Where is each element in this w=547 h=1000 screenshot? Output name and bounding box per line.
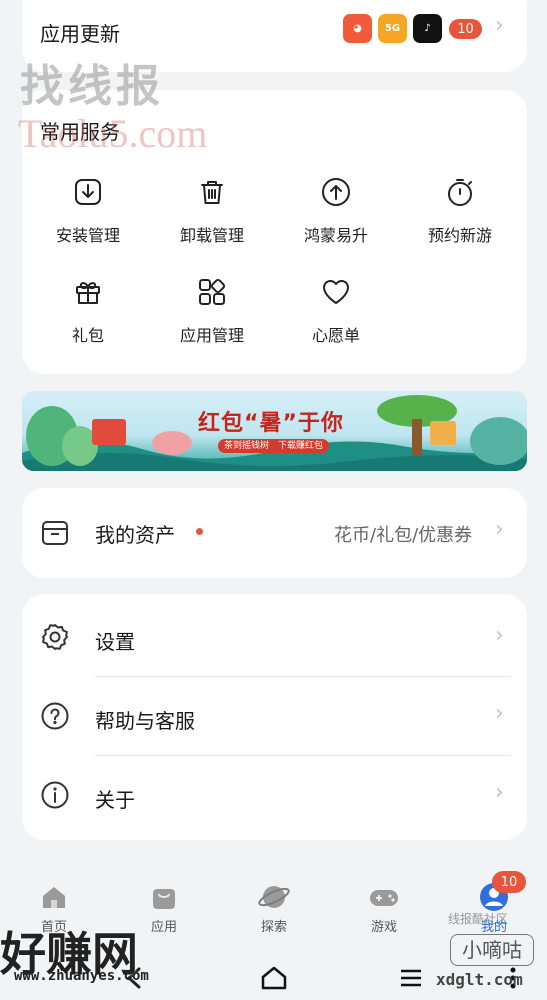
home-button-icon[interactable] bbox=[259, 963, 289, 993]
help-icon bbox=[40, 701, 70, 731]
service-gift[interactable]: 礼包 bbox=[28, 272, 148, 346]
service-label: 安装管理 bbox=[55, 226, 120, 245]
service-label: 应用管理 bbox=[179, 326, 244, 345]
nav-explore[interactable]: 探索 bbox=[234, 880, 314, 935]
service-install-manager[interactable]: 安装管理 bbox=[28, 172, 148, 246]
service-label: 鸿蒙易升 bbox=[303, 226, 368, 245]
info-icon bbox=[40, 780, 70, 810]
gift-icon bbox=[68, 272, 108, 312]
chevron-right-icon: › bbox=[495, 13, 504, 38]
app-icon-1: ◕ bbox=[343, 14, 372, 43]
banner-subtitle: 茶到摇钱树 下载赚红包 bbox=[218, 439, 330, 453]
nav-games[interactable]: 游戏 bbox=[344, 880, 424, 935]
service-label: 礼包 bbox=[71, 326, 104, 345]
heart-icon bbox=[316, 272, 356, 312]
chevron-right-icon: › bbox=[495, 780, 504, 805]
about-label: 关于 bbox=[95, 788, 135, 812]
home-icon bbox=[37, 880, 71, 914]
install-download-icon bbox=[68, 172, 108, 212]
settings-label: 设置 bbox=[95, 630, 135, 654]
service-label: 心愿单 bbox=[311, 326, 360, 345]
about-row[interactable]: 关于 › bbox=[22, 756, 527, 838]
service-harmony-upgrade[interactable]: 鸿蒙易升 bbox=[276, 172, 396, 246]
archive-box-icon bbox=[40, 518, 70, 548]
shopping-bag-icon bbox=[147, 880, 181, 914]
gear-icon bbox=[40, 622, 70, 652]
more-vertical-icon[interactable] bbox=[506, 963, 520, 993]
settings-list-card: 设置 › 帮助与客服 › 关于 › bbox=[22, 594, 527, 840]
app-update-title: 应用更新 bbox=[40, 22, 120, 46]
menu-icon[interactable] bbox=[398, 965, 424, 991]
nav-label: 我的 bbox=[480, 920, 507, 935]
chevron-right-icon: › bbox=[495, 517, 504, 542]
app-icon-2: 5G bbox=[378, 14, 407, 43]
tiktok-icon: ♪ bbox=[413, 14, 442, 43]
system-nav-bar bbox=[0, 955, 547, 1000]
nav-label: 首页 bbox=[40, 920, 67, 935]
nav-home[interactable]: 首页 bbox=[14, 880, 94, 935]
profile-badge: 10 bbox=[492, 871, 526, 893]
service-wishlist[interactable]: 心愿单 bbox=[276, 272, 396, 346]
assets-summary: 花币/礼包/优惠券 bbox=[334, 525, 473, 546]
nav-label: 探索 bbox=[260, 920, 287, 935]
chevron-right-icon: › bbox=[495, 623, 504, 648]
help-support-row[interactable]: 帮助与客服 › bbox=[22, 677, 527, 755]
my-assets-row[interactable]: 我的资产 花币/礼包/优惠券 › bbox=[22, 488, 527, 578]
services-card: 常用服务 安装管理 卸载管理 鸿蒙易升 预约新游 礼包 应用管理 心愿单 bbox=[22, 90, 527, 374]
trash-icon bbox=[192, 172, 232, 212]
app-grid-icon bbox=[192, 272, 232, 312]
service-uninstall-manager[interactable]: 卸载管理 bbox=[152, 172, 272, 246]
service-app-manager[interactable]: 应用管理 bbox=[152, 272, 272, 346]
update-app-icons: ◕ 5G ♪ bbox=[343, 14, 442, 43]
service-game-reservation[interactable]: 预约新游 bbox=[400, 172, 520, 246]
nav-label: 应用 bbox=[150, 920, 177, 935]
settings-row[interactable]: 设置 › bbox=[22, 594, 527, 676]
back-icon[interactable] bbox=[120, 963, 150, 993]
planet-icon bbox=[257, 880, 291, 914]
gamepad-icon bbox=[367, 880, 401, 914]
promo-banner[interactable]: 红包“暑”于你 茶到摇钱树 下载赚红包 bbox=[22, 391, 527, 471]
app-update-card[interactable]: 应用更新 ◕ 5G ♪ 10 › bbox=[22, 0, 527, 72]
stopwatch-icon bbox=[440, 172, 480, 212]
my-assets-label: 我的资产 bbox=[95, 523, 175, 547]
service-label: 卸载管理 bbox=[179, 226, 244, 245]
new-dot-badge bbox=[196, 528, 203, 535]
update-count-badge: 10 bbox=[449, 19, 482, 39]
service-label: 预约新游 bbox=[427, 226, 492, 245]
services-title: 常用服务 bbox=[40, 120, 120, 144]
help-support-label: 帮助与客服 bbox=[95, 709, 195, 733]
chevron-right-icon: › bbox=[495, 701, 504, 726]
nav-label: 游戏 bbox=[370, 920, 397, 935]
nav-apps[interactable]: 应用 bbox=[124, 880, 204, 935]
upgrade-arrow-icon bbox=[316, 172, 356, 212]
banner-title: 红包“暑”于你 bbox=[198, 411, 344, 436]
